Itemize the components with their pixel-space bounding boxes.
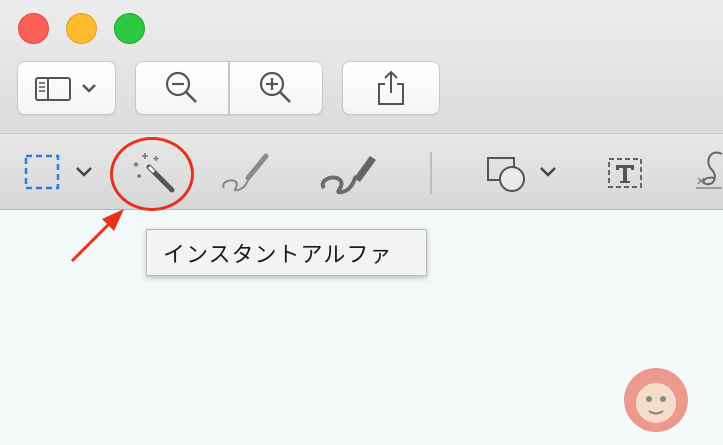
highlight-circle-annotation	[110, 137, 194, 211]
red-arrow-annotation	[70, 209, 124, 263]
sketch-tool-button[interactable]	[218, 148, 274, 198]
sidebar-icon	[34, 77, 96, 101]
dashed-rectangle-icon	[24, 154, 92, 190]
text-box-icon	[608, 158, 642, 188]
zoom-out-icon	[165, 71, 197, 103]
monkey-face-icon	[621, 365, 691, 435]
tooltip: インスタントアルファ	[146, 229, 427, 276]
draw-tool-button[interactable]	[318, 148, 380, 198]
close-window-button[interactable]	[18, 13, 49, 44]
toolbar-divider	[430, 152, 432, 194]
markup-toolbar	[0, 134, 723, 210]
share-button[interactable]	[342, 61, 440, 115]
share-icon	[378, 70, 404, 105]
zoom-out-button[interactable]	[135, 61, 229, 115]
sidebar-toggle-button[interactable]	[17, 61, 116, 115]
zoom-in-button[interactable]	[229, 61, 323, 115]
shapes-icon	[487, 157, 556, 192]
selection-tool-button[interactable]	[22, 152, 102, 192]
zoom-in-icon	[259, 71, 291, 103]
tooltip-text: インスタントアルファ	[163, 242, 393, 268]
zoom-window-button[interactable]	[114, 13, 145, 44]
signature-tool-button[interactable]	[694, 146, 723, 198]
signature-icon	[696, 151, 723, 189]
draw-pen-icon	[320, 156, 376, 195]
chevron-down-icon	[540, 167, 556, 177]
minimize-window-button[interactable]	[66, 13, 97, 44]
chevron-down-icon	[81, 84, 96, 93]
window-titlebar	[0, 0, 723, 134]
chevron-down-icon	[76, 167, 92, 177]
shapes-tool-button[interactable]	[484, 152, 564, 194]
sketch-pen-icon	[222, 153, 269, 192]
text-tool-button[interactable]	[603, 152, 647, 194]
